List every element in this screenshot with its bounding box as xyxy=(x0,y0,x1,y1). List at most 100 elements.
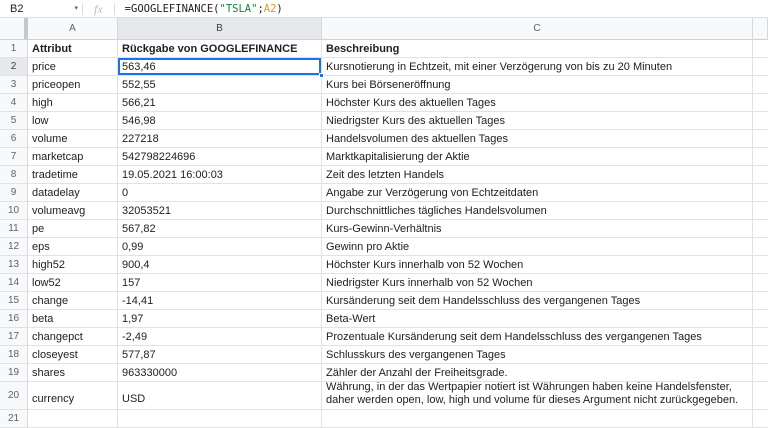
cell-B1[interactable]: Rückgabe von GOOGLEFINANCE xyxy=(118,40,322,58)
row-header-19[interactable]: 19 xyxy=(0,364,28,382)
cell-B11[interactable]: 567,82 xyxy=(118,220,322,238)
chevron-down-icon[interactable]: ▾ xyxy=(74,5,78,12)
cell-B20[interactable]: USD xyxy=(118,382,322,410)
cell-C6[interactable]: Handelsvolumen des aktuellen Tages xyxy=(322,130,753,148)
cell-B8[interactable]: 19.05.2021 16:00:03 xyxy=(118,166,322,184)
cell-A19[interactable]: shares xyxy=(28,364,118,382)
cell-C21[interactable] xyxy=(322,410,753,428)
cell-D2[interactable] xyxy=(753,58,768,76)
cell-D18[interactable] xyxy=(753,346,768,364)
cell-C17[interactable]: Prozentuale Kursänderung seit dem Handel… xyxy=(322,328,753,346)
column-header-a[interactable]: A xyxy=(28,18,118,40)
cell-A9[interactable]: datadelay xyxy=(28,184,118,202)
cell-B4[interactable]: 566,21 xyxy=(118,94,322,112)
cell-B17[interactable]: -2,49 xyxy=(118,328,322,346)
cell-A8[interactable]: tradetime xyxy=(28,166,118,184)
cell-D12[interactable] xyxy=(753,238,768,256)
cell-C1[interactable]: Beschreibung xyxy=(322,40,753,58)
formula-input[interactable]: =GOOGLEFINANCE("TSLA";A2) xyxy=(125,3,283,15)
cell-C13[interactable]: Höchster Kurs innerhalb von 52 Wochen xyxy=(322,256,753,274)
cell-B14[interactable]: 157 xyxy=(118,274,322,292)
cell-B15[interactable]: -14,41 xyxy=(118,292,322,310)
cell-D20[interactable] xyxy=(753,382,768,410)
row-header-15[interactable]: 15 xyxy=(0,292,28,310)
name-box[interactable]: B2 ▾ xyxy=(0,0,82,17)
cell-B19[interactable]: 963330000 xyxy=(118,364,322,382)
cell-A16[interactable]: beta xyxy=(28,310,118,328)
cell-C8[interactable]: Zeit des letzten Handels xyxy=(322,166,753,184)
cell-C10[interactable]: Durchschnittliches tägliches Handelsvolu… xyxy=(322,202,753,220)
row-header-12[interactable]: 12 xyxy=(0,238,28,256)
cell-B12[interactable]: 0,99 xyxy=(118,238,322,256)
cell-D15[interactable] xyxy=(753,292,768,310)
cell-C9[interactable]: Angabe zur Verzögerung von Echtzeitdaten xyxy=(322,184,753,202)
row-header-6[interactable]: 6 xyxy=(0,130,28,148)
cell-A13[interactable]: high52 xyxy=(28,256,118,274)
cell-D5[interactable] xyxy=(753,112,768,130)
column-header-d[interactable] xyxy=(753,18,768,40)
cell-D7[interactable] xyxy=(753,148,768,166)
cell-A11[interactable]: pe xyxy=(28,220,118,238)
row-header-11[interactable]: 11 xyxy=(0,220,28,238)
cell-C5[interactable]: Niedrigster Kurs des aktuellen Tages xyxy=(322,112,753,130)
cell-C12[interactable]: Gewinn pro Aktie xyxy=(322,238,753,256)
cell-B13[interactable]: 900,4 xyxy=(118,256,322,274)
cell-D19[interactable] xyxy=(753,364,768,382)
cell-C18[interactable]: Schlusskurs des vergangenen Tages xyxy=(322,346,753,364)
cell-A4[interactable]: high xyxy=(28,94,118,112)
cell-B3[interactable]: 552,55 xyxy=(118,76,322,94)
cell-A2[interactable]: price xyxy=(28,58,118,76)
row-header-10[interactable]: 10 xyxy=(0,202,28,220)
cell-B21[interactable] xyxy=(118,410,322,428)
cell-B5[interactable]: 546,98 xyxy=(118,112,322,130)
row-header-13[interactable]: 13 xyxy=(0,256,28,274)
cell-C19[interactable]: Zähler der Anzahl der Freiheitsgrade. xyxy=(322,364,753,382)
cell-D4[interactable] xyxy=(753,94,768,112)
cell-A18[interactable]: closeyest xyxy=(28,346,118,364)
cell-D21[interactable] xyxy=(753,410,768,428)
cell-D16[interactable] xyxy=(753,310,768,328)
cell-D13[interactable] xyxy=(753,256,768,274)
column-header-c[interactable]: C xyxy=(322,18,753,40)
cell-C20[interactable]: Währung, in der das Wertpapier notiert i… xyxy=(322,382,753,410)
cell-B18[interactable]: 577,87 xyxy=(118,346,322,364)
cell-A12[interactable]: eps xyxy=(28,238,118,256)
row-header-1[interactable]: 1 xyxy=(0,40,28,58)
cell-C7[interactable]: Marktkapitalisierung der Aktie xyxy=(322,148,753,166)
cell-C2[interactable]: Kursnotierung in Echtzeit, mit einer Ver… xyxy=(322,58,753,76)
cell-D1[interactable] xyxy=(753,40,768,58)
cell-B9[interactable]: 0 xyxy=(118,184,322,202)
cell-D3[interactable] xyxy=(753,76,768,94)
cell-D14[interactable] xyxy=(753,274,768,292)
cell-C15[interactable]: Kursänderung seit dem Handelsschluss des… xyxy=(322,292,753,310)
cell-C11[interactable]: Kurs-Gewinn-Verhältnis xyxy=(322,220,753,238)
cell-A20[interactable]: currency xyxy=(28,382,118,410)
row-header-17[interactable]: 17 xyxy=(0,328,28,346)
row-header-14[interactable]: 14 xyxy=(0,274,28,292)
cell-A15[interactable]: change xyxy=(28,292,118,310)
row-header-5[interactable]: 5 xyxy=(0,112,28,130)
cell-C4[interactable]: Höchster Kurs des aktuellen Tages xyxy=(322,94,753,112)
row-header-18[interactable]: 18 xyxy=(0,346,28,364)
row-header-2[interactable]: 2 xyxy=(0,58,28,76)
select-all-corner[interactable] xyxy=(0,18,28,40)
row-header-7[interactable]: 7 xyxy=(0,148,28,166)
cell-A7[interactable]: marketcap xyxy=(28,148,118,166)
cell-C16[interactable]: Beta-Wert xyxy=(322,310,753,328)
cell-B7[interactable]: 542798224696 xyxy=(118,148,322,166)
row-header-8[interactable]: 8 xyxy=(0,166,28,184)
cell-A1[interactable]: Attribut xyxy=(28,40,118,58)
row-header-21[interactable]: 21 xyxy=(0,410,28,428)
cell-A3[interactable]: priceopen xyxy=(28,76,118,94)
cell-C14[interactable]: Niedrigster Kurs innerhalb von 52 Wochen xyxy=(322,274,753,292)
cell-B10[interactable]: 32053521 xyxy=(118,202,322,220)
cell-D6[interactable] xyxy=(753,130,768,148)
row-header-20[interactable]: 20 xyxy=(0,382,28,410)
cell-D10[interactable] xyxy=(753,202,768,220)
cell-A21[interactable] xyxy=(28,410,118,428)
row-header-3[interactable]: 3 xyxy=(0,76,28,94)
cell-B2[interactable]: 563,46 xyxy=(118,58,324,78)
row-header-16[interactable]: 16 xyxy=(0,310,28,328)
row-header-9[interactable]: 9 xyxy=(0,184,28,202)
cell-A17[interactable]: changepct xyxy=(28,328,118,346)
